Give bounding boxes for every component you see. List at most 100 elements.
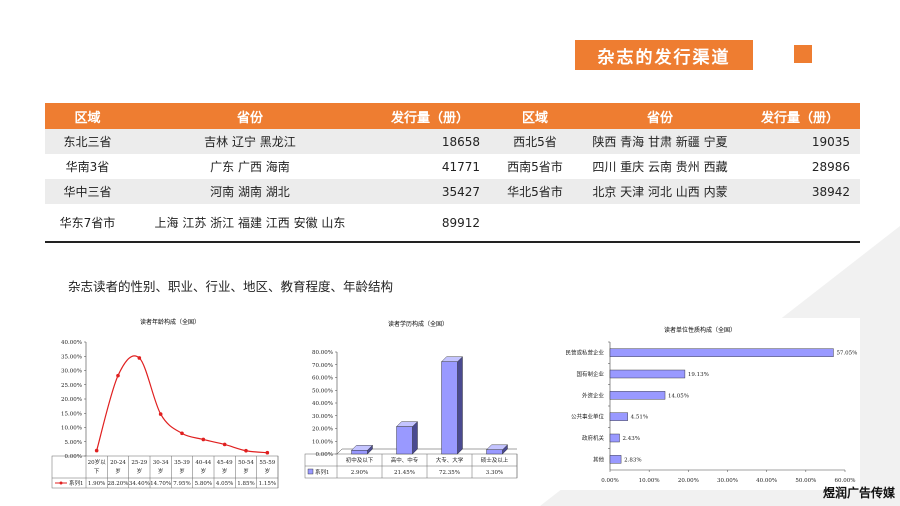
y-tick-label: 60.00% <box>312 376 333 382</box>
age-chart-svg: 读者年龄构成（全国） 0.00% 5.00% 10.00% 15.00% 20.00% 2… <box>51 318 279 489</box>
x-tick-label: 20.00% <box>678 478 699 484</box>
x-tick-label: 40-44 <box>195 460 211 466</box>
bar-value-label: 2.43% <box>623 436 640 442</box>
bar-value-label: 14.05% <box>668 393 689 399</box>
employer-chart: 读者单位性质构成（全国） 0.00% 10.00% 20.00% 30.00% 40.0… <box>540 318 860 490</box>
volume-cell <box>740 204 860 242</box>
table-row: 东北三省 吉林 辽宁 黑龙江 18658 西北5省 陕西 青海 甘肃 新疆 宁夏… <box>45 129 860 154</box>
age-data-point <box>158 412 163 416</box>
header-region-2: 区域 <box>490 103 580 129</box>
volume-cell: 19035 <box>740 129 860 154</box>
province-cell <box>580 204 740 242</box>
region-cell <box>490 204 580 242</box>
data-table-value: 72.35% <box>439 470 460 476</box>
x-tick-label: 55-59 <box>259 460 275 466</box>
page-title: 杂志的发行渠道 <box>575 40 753 70</box>
bar-side <box>412 421 418 455</box>
region-cell: 西南5省市 <box>507 160 563 174</box>
age-series-line <box>96 355 268 454</box>
x-tick-label: 30.00% <box>717 478 738 484</box>
employer-bar <box>609 391 666 400</box>
y-tick-label: 0.00% <box>65 454 82 460</box>
y-tick-label: 20.00% <box>61 397 82 403</box>
age-data-point <box>244 448 248 453</box>
data-table-value: 21.45% <box>394 470 415 476</box>
x-tick-label-suffix: 岁 <box>265 467 271 475</box>
employer-chart-title: 读者单位性质构成（全国） <box>664 326 736 334</box>
age-data-point <box>137 356 142 360</box>
province-cell: 吉林 辽宁 黑龙江 <box>130 129 370 154</box>
x-tick-label: 0.00% <box>601 478 618 484</box>
region-cell: 东北三省 <box>45 129 130 154</box>
region-cell: 西北5省 <box>490 129 580 154</box>
region-cell: 华北5省市 <box>490 179 580 204</box>
employer-chart-svg: 读者单位性质构成（全国） 0.00% 10.00% 20.00% 30.00% 40.0… <box>565 326 857 484</box>
employer-bar <box>609 369 686 379</box>
x-tick-label: 20岁以 <box>88 458 106 466</box>
y-tick-label: 10.00% <box>312 439 333 445</box>
education-chart-svg: 读者学历构成（全国） 0.00% 10.00% 20.00% 30.00% 40.00%… <box>304 320 518 479</box>
x-tick-label-suffix: 岁 <box>137 467 143 475</box>
x-tick-label: 35-39 <box>174 460 190 466</box>
region-cell: 华中三省 <box>45 179 130 204</box>
y-tick-label: 30.00% <box>312 414 333 420</box>
header-province-1: 省份 <box>130 103 370 129</box>
y-tick-label: 70.00% <box>312 363 333 369</box>
y-tick-label: 25.00% <box>61 383 82 389</box>
y-tick-label: 50.00% <box>312 388 333 394</box>
y-tick-label: 10.00% <box>61 426 82 432</box>
province-cell: 广东 广西 海南 <box>210 160 290 174</box>
province-cell: 河南 湖南 湖北 <box>130 179 370 204</box>
y-tick-label: 0.00% <box>316 452 333 458</box>
data-table-value: 1.90% <box>88 481 105 487</box>
data-table-value: 4.05% <box>216 481 233 487</box>
age-data-point <box>201 437 206 442</box>
province-cell: 陕西 青海 甘肃 新疆 宁夏 <box>580 129 740 154</box>
table-row: 华南3省 广东 广西 海南 41771 西南5省市 四川 重庆 云南 贵州 西藏… <box>45 154 860 179</box>
data-table-value: 28.20% <box>108 481 129 487</box>
y-tick-label: 外资企业 <box>582 391 605 399</box>
y-tick-label: 15.00% <box>61 411 82 417</box>
header-volume-2: 发行量（册） <box>740 103 860 129</box>
x-tick-label-suffix: 下 <box>94 468 100 475</box>
header-region-1: 区域 <box>45 103 130 129</box>
volume-cell: 41771 <box>441 159 480 174</box>
volume-cell: 18658 <box>370 129 490 154</box>
region-cell: 华东7省市 <box>59 216 116 230</box>
table-row: 华东7省市 上海 江苏 浙江 福建 江西 安徽 山东 89912 <box>45 204 860 242</box>
y-tick-label: 40.00% <box>61 340 82 346</box>
x-tick-label: 20-24 <box>110 460 126 466</box>
province-cell: 上海 江苏 浙江 福建 江西 安徽 山东 <box>154 216 346 230</box>
y-tick-label: 20.00% <box>312 427 333 433</box>
decorative-square <box>794 45 812 63</box>
data-table-value: 5.80% <box>195 481 212 487</box>
x-tick-label-suffix: 岁 <box>201 467 207 475</box>
table-row: 华中三省 河南 湖南 湖北 35427 华北5省市 北京 天津 河北 山西 内蒙… <box>45 179 860 204</box>
bar-value-label: 4.51% <box>631 415 648 421</box>
legend-label: 系列1 <box>315 468 330 476</box>
data-table-value: 1.85% <box>237 481 254 487</box>
header-province-2: 省份 <box>580 103 740 129</box>
data-table-value: 34.40% <box>129 481 150 487</box>
x-tick-label-suffix: 岁 <box>179 467 185 475</box>
age-data-point <box>265 450 270 455</box>
x-tick-label: 50.00% <box>795 478 816 484</box>
legend-marker <box>59 481 63 485</box>
x-tick-label: 25-29 <box>131 460 147 466</box>
x-tick-label-suffix: 岁 <box>243 467 249 475</box>
brand-name: 煜润广告传媒 <box>822 486 895 500</box>
data-table-value: 3.30% <box>486 470 503 476</box>
education-bar <box>486 449 503 455</box>
volume-cell: 28986 <box>811 159 850 174</box>
education-bar <box>396 426 413 455</box>
volume-cell: 89912 <box>441 215 480 230</box>
y-tick-label: 公共事业单位 <box>571 413 605 421</box>
y-tick-label: 政府机关 <box>582 434 605 442</box>
region-cell: 华南3省 <box>65 160 110 174</box>
y-tick-label: 35.00% <box>61 354 82 360</box>
employer-bar <box>609 348 834 357</box>
employer-bar <box>609 455 622 464</box>
y-tick-label: 30.00% <box>61 369 82 375</box>
table-header-row: 区域 省份 发行量（册） 区域 省份 发行量（册） <box>45 103 860 129</box>
legend-label: 系列1 <box>69 479 84 487</box>
